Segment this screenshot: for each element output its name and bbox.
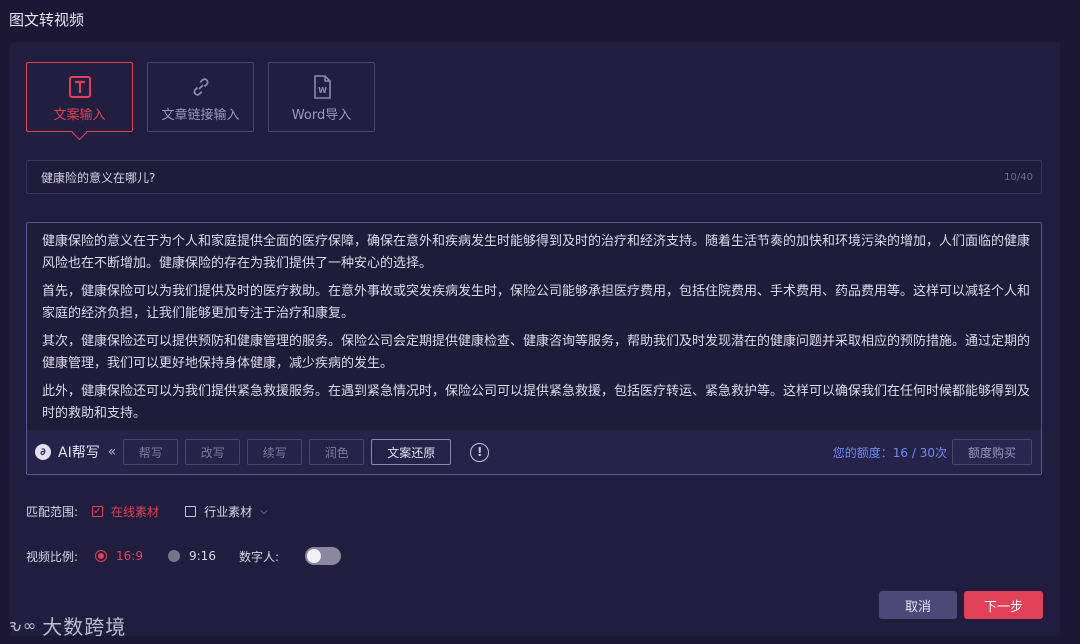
- video-ratio-label: 视频比例:: [26, 549, 79, 564]
- ai-assist-label: AI帮写: [58, 445, 100, 461]
- quota-value: 16 / 30次: [892, 445, 947, 460]
- editor-paragraph: 首先，健康保险可以为我们提供及时的医疗救助。在意外事故或突发疾病发生时，保险公司…: [42, 284, 1030, 321]
- next-step-button[interactable]: 下一步: [964, 591, 1043, 619]
- watermark: ԅ∞ 大数跨境: [8, 611, 126, 640]
- title-input[interactable]: 健康险的意义在哪儿? 10/40: [26, 160, 1042, 194]
- text-T-icon: [68, 72, 92, 102]
- editor-text[interactable]: 健康保险的意义在于为个人和家庭提供全面的医疗保障，确保在意外和疾病发生时能够得到…: [42, 231, 1030, 421]
- match-range-label: 匹配范围:: [26, 505, 79, 519]
- video-ratio-row: 视频比例: 16:9 9:16 数字人:: [26, 547, 341, 565]
- quota-label: 您的额度：: [832, 445, 893, 460]
- chevron-down-icon[interactable]: ⌵: [260, 506, 268, 517]
- ratio-16-9-label[interactable]: 16:9: [116, 549, 143, 563]
- tab-text-input[interactable]: 文案输入: [26, 62, 133, 132]
- quota: 您的额度： 16 / 30次 额度购买: [833, 439, 1032, 465]
- ai-assist[interactable]: ∂ AI帮写: [35, 442, 100, 462]
- title-input-value: 健康险的意义在哪儿?: [41, 170, 156, 185]
- continue-write-button[interactable]: 续写: [247, 439, 303, 465]
- checkbox-checked-icon[interactable]: ✓: [92, 506, 104, 517]
- tab-label: 文案输入: [53, 107, 106, 123]
- tab-label: Word导入: [291, 107, 352, 123]
- checkbox-icon[interactable]: [185, 506, 197, 517]
- digital-human-label: 数字人:: [238, 549, 279, 564]
- editor-paragraph: 此外，健康保险还可以为我们提供紧急救援服务。在遇到紧急情况时，保险公司可以提供紧…: [42, 384, 1030, 421]
- polish-button[interactable]: 润色: [309, 439, 365, 465]
- tab-word-import[interactable]: W Word导入: [268, 62, 375, 132]
- ai-toolbar: ∂ AI帮写 « 帮写 改写 续写 润色 文案还原 ! 您的额度： 16 / 3…: [27, 430, 1041, 474]
- match-range-row: 匹配范围: ✓ 在线素材 行业素材 ⌵: [26, 503, 268, 520]
- restore-text-button[interactable]: 文案还原: [371, 439, 452, 465]
- editor-paragraph: 其次，健康保险还可以提供预防和健康管理的服务。保险公司会定期提供健康检查、健康咨…: [42, 334, 1030, 371]
- watermark-text: 大数跨境: [42, 615, 127, 639]
- warning-icon[interactable]: !: [470, 442, 490, 462]
- ratio-9-16-label[interactable]: 9:16: [189, 549, 216, 563]
- content-editor[interactable]: 健康保险的意义在于为个人和家庭提供全面的医疗保障，确保在意外和疾病发生时能够得到…: [26, 222, 1042, 475]
- radio-icon[interactable]: [168, 550, 180, 562]
- word-document-icon: W: [310, 72, 334, 102]
- help-write-button[interactable]: 帮写: [123, 439, 179, 465]
- editor-paragraph: 健康保险的意义在于为个人和家庭提供全面的医疗保障，确保在意外和疾病发生时能够得到…: [42, 234, 1030, 271]
- buy-quota-button[interactable]: 额度购买: [952, 439, 1032, 465]
- svg-text:W: W: [318, 86, 327, 95]
- industry-material-label[interactable]: 行业素材: [204, 503, 252, 520]
- page-title: 图文转视频: [9, 11, 85, 29]
- link-icon: [189, 72, 213, 102]
- online-material-label[interactable]: 在线素材: [111, 503, 159, 520]
- watermark-logo-icon: ԅ∞: [8, 616, 38, 635]
- radio-selected-icon[interactable]: [95, 550, 108, 562]
- digital-human-toggle[interactable]: [305, 547, 341, 565]
- tab-article-link[interactable]: 文章链接输入: [147, 62, 254, 132]
- ai-logo-icon: ∂: [35, 444, 51, 460]
- collapse-icon[interactable]: «: [108, 444, 117, 460]
- cancel-button[interactable]: 取消: [879, 591, 957, 619]
- rewrite-button[interactable]: 改写: [185, 439, 241, 465]
- tab-label: 文章链接输入: [161, 107, 240, 123]
- char-counter: 10/40: [1004, 171, 1033, 183]
